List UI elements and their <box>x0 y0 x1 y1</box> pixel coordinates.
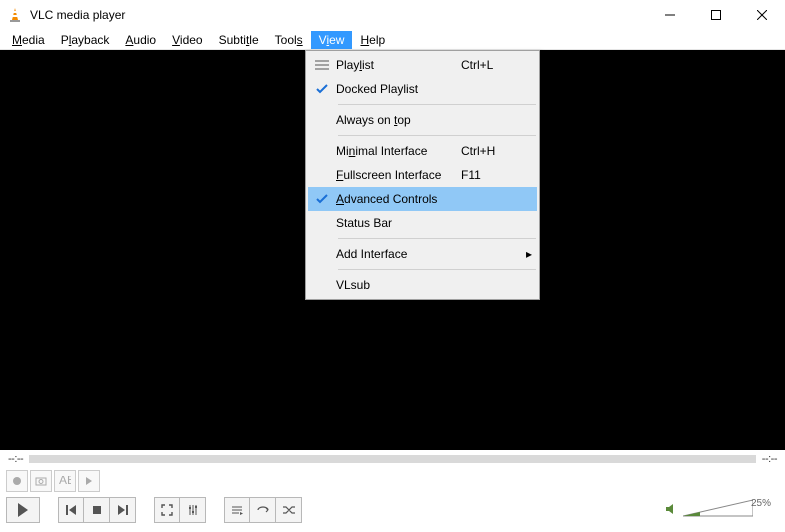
menu-item-shortcut: F11 <box>461 168 521 182</box>
menu-item-vlsub[interactable]: VLsub <box>308 273 537 297</box>
menu-item-label: Status Bar <box>336 216 461 230</box>
menu-item-label: Minimal Interface <box>336 144 461 158</box>
menu-item-label: Add Interface <box>336 247 461 261</box>
menu-audio[interactable]: Audio <box>117 31 164 49</box>
menu-separator <box>338 104 536 105</box>
advanced-controls-row: AB <box>0 468 785 494</box>
stop-button[interactable] <box>84 497 110 523</box>
fullscreen-button[interactable] <box>154 497 180 523</box>
menu-item-label: VLsub <box>336 278 461 292</box>
menu-item-label: Always on top <box>336 113 461 127</box>
snapshot-button[interactable] <box>30 470 52 492</box>
menu-item-label: Advanced Controls <box>336 192 461 206</box>
playlist-icon <box>308 60 336 70</box>
play-button[interactable] <box>6 497 40 523</box>
menu-item-label: Docked Playlist <box>336 82 461 96</box>
loop-button[interactable] <box>250 497 276 523</box>
check-icon <box>308 193 336 205</box>
menu-item-advanced-controls[interactable]: Advanced Controls <box>308 187 537 211</box>
menu-media[interactable]: Media <box>4 31 53 49</box>
time-total: --:-- <box>762 453 777 465</box>
menu-item-shortcut: Ctrl+L <box>461 58 521 72</box>
time-elapsed: --:-- <box>8 453 23 465</box>
playlist-button[interactable] <box>224 497 250 523</box>
menu-tools[interactable]: Tools <box>267 31 311 49</box>
menu-help[interactable]: Help <box>352 31 393 49</box>
menu-item-shortcut: Ctrl+H <box>461 144 521 158</box>
menu-item-playlist[interactable]: Playlist Ctrl+L <box>308 53 537 77</box>
previous-button[interactable] <box>58 497 84 523</box>
record-button[interactable] <box>6 470 28 492</box>
view-menu-dropdown: Playlist Ctrl+L Docked Playlist Always o… <box>305 50 540 300</box>
shuffle-button[interactable] <box>276 497 302 523</box>
menu-item-status-bar[interactable]: Status Bar <box>308 211 537 235</box>
close-button[interactable] <box>739 0 785 30</box>
main-controls-row: 25% <box>0 494 785 526</box>
window-title: VLC media player <box>30 8 125 22</box>
menu-separator <box>338 269 536 270</box>
menu-video[interactable]: Video <box>164 31 210 49</box>
check-icon <box>308 83 336 95</box>
next-button[interactable] <box>110 497 136 523</box>
menu-item-docked-playlist[interactable]: Docked Playlist <box>308 77 537 101</box>
menu-item-add-interface[interactable]: Add Interface ▸ <box>308 242 537 266</box>
controls-panel: --:-- --:-- AB 25% <box>0 450 785 526</box>
menu-bar: Media Playback Audio Video Subtitle Tool… <box>0 30 785 50</box>
seek-slider[interactable] <box>29 455 756 463</box>
menu-item-fullscreen-interface[interactable]: Fullscreen Interface F11 <box>308 163 537 187</box>
menu-item-label: Fullscreen Interface <box>336 168 461 182</box>
menu-item-label: Playlist <box>336 58 461 72</box>
frame-step-button[interactable] <box>78 470 100 492</box>
extended-settings-button[interactable] <box>180 497 206 523</box>
menu-separator <box>338 238 536 239</box>
loop-ab-button[interactable]: AB <box>54 470 76 492</box>
minimize-button[interactable] <box>647 0 693 30</box>
svg-text:AB: AB <box>59 476 71 486</box>
menu-subtitle[interactable]: Subtitle <box>211 31 267 49</box>
menu-item-always-on-top[interactable]: Always on top <box>308 108 537 132</box>
menu-item-minimal-interface[interactable]: Minimal Interface Ctrl+H <box>308 139 537 163</box>
seek-bar-row: --:-- --:-- <box>0 450 785 468</box>
menu-separator <box>338 135 536 136</box>
volume-control: 25% <box>665 498 779 523</box>
title-bar: VLC media player <box>0 0 785 30</box>
app-logo-icon <box>6 6 24 24</box>
maximize-button[interactable] <box>693 0 739 30</box>
submenu-arrow-icon: ▸ <box>521 247 537 261</box>
volume-slider[interactable] <box>683 498 753 523</box>
menu-playback[interactable]: Playback <box>53 31 118 49</box>
speaker-icon[interactable] <box>665 502 679 519</box>
volume-percent: 25% <box>751 498 771 509</box>
menu-view[interactable]: View <box>311 31 353 49</box>
